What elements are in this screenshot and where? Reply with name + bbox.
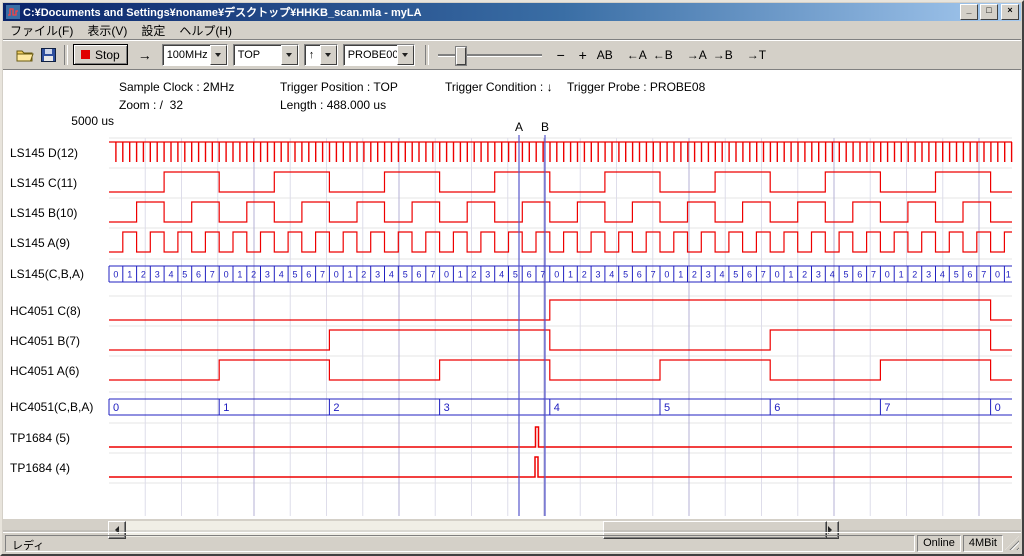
- ab-span-button[interactable]: AB: [594, 44, 616, 66]
- sample-clock-select[interactable]: 100MHz: [162, 44, 228, 66]
- zoom-out-button[interactable]: −: [550, 44, 572, 66]
- menu-help[interactable]: ヘルプ(H): [172, 21, 239, 40]
- toolbar-separator: [425, 45, 429, 65]
- chevron-down-icon[interactable]: [320, 45, 337, 65]
- trigger-probe-value: PROBE00: [344, 45, 397, 65]
- run-arrow-icon: →: [138, 47, 152, 63]
- app-icon: [6, 5, 20, 19]
- chevron-down-icon[interactable]: [397, 45, 414, 65]
- goto-a-left-button[interactable]: ←A: [624, 44, 650, 66]
- status-memory-badge: 4MBit: [963, 535, 1003, 552]
- toolbar-separator: [64, 45, 68, 65]
- menu-settings[interactable]: 設定: [134, 21, 172, 40]
- titlebar[interactable]: C:¥Documents and Settings¥noname¥デスクトップ¥…: [3, 3, 1021, 21]
- resize-grip[interactable]: [1005, 536, 1019, 550]
- run-button[interactable]: →: [134, 44, 156, 66]
- info-length: Length : 488.000 us: [280, 98, 386, 112]
- menubar: ファイル(F) 表示(V) 設定 ヘルプ(H): [3, 21, 1021, 40]
- stop-icon: [81, 50, 90, 59]
- trigger-position-select[interactable]: TOP: [233, 44, 299, 66]
- zoom-in-button[interactable]: +: [572, 44, 594, 66]
- app-window: C:¥Documents and Settings¥noname¥デスクトップ¥…: [0, 0, 1024, 556]
- trigger-position-value: TOP: [234, 45, 281, 65]
- stop-button[interactable]: Stop: [73, 44, 128, 65]
- goto-a-right-button[interactable]: →A: [684, 44, 710, 66]
- save-button[interactable]: [37, 44, 59, 66]
- open-folder-icon: [16, 48, 34, 62]
- close-button[interactable]: ×: [1001, 4, 1019, 20]
- statusbar: レディ Online 4MBit: [3, 532, 1021, 553]
- goto-b-left-button[interactable]: ←B: [650, 44, 676, 66]
- zoom-slider-thumb[interactable]: [456, 47, 466, 65]
- zoom-slider-track: [438, 54, 542, 57]
- open-button[interactable]: [13, 44, 37, 66]
- info-trigger-position: Trigger Position : TOP: [280, 80, 398, 94]
- goto-b-right-button[interactable]: →B: [710, 44, 736, 66]
- timebase-label: 5000 us: [58, 114, 114, 128]
- chevron-down-icon[interactable]: [281, 45, 298, 65]
- zoom-slider[interactable]: [438, 45, 542, 65]
- info-sample-clock: Sample Clock : 2MHz: [119, 80, 234, 94]
- trigger-edge-value: ↑: [305, 45, 320, 65]
- trigger-probe-select[interactable]: PROBE00: [343, 44, 415, 66]
- window-title: C:¥Documents and Settings¥noname¥デスクトップ¥…: [23, 4, 958, 20]
- toolbar: Stop → 100MHz TOP ↑ PROBE00 − + AB ←A: [3, 40, 1021, 70]
- maximize-button[interactable]: □: [980, 4, 998, 20]
- trigger-edge-select[interactable]: ↑: [304, 44, 338, 66]
- status-text: レディ: [5, 535, 915, 552]
- waveform-client: [3, 70, 1021, 519]
- menu-file[interactable]: ファイル(F): [3, 21, 80, 40]
- save-floppy-icon: [41, 48, 56, 62]
- status-online-badge: Online: [917, 535, 961, 552]
- stop-label: Stop: [95, 48, 120, 62]
- sample-clock-value: 100MHz: [163, 45, 210, 65]
- info-trigger-condition: Trigger Condition : ↓: [445, 80, 553, 94]
- info-trigger-probe: Trigger Probe : PROBE08: [567, 80, 705, 94]
- menu-view[interactable]: 表示(V): [80, 21, 134, 40]
- info-zoom: Zoom : / 32: [119, 98, 183, 112]
- goto-trigger-button[interactable]: →T: [744, 44, 769, 66]
- chevron-down-icon[interactable]: [210, 45, 227, 65]
- minimize-button[interactable]: _: [960, 4, 978, 20]
